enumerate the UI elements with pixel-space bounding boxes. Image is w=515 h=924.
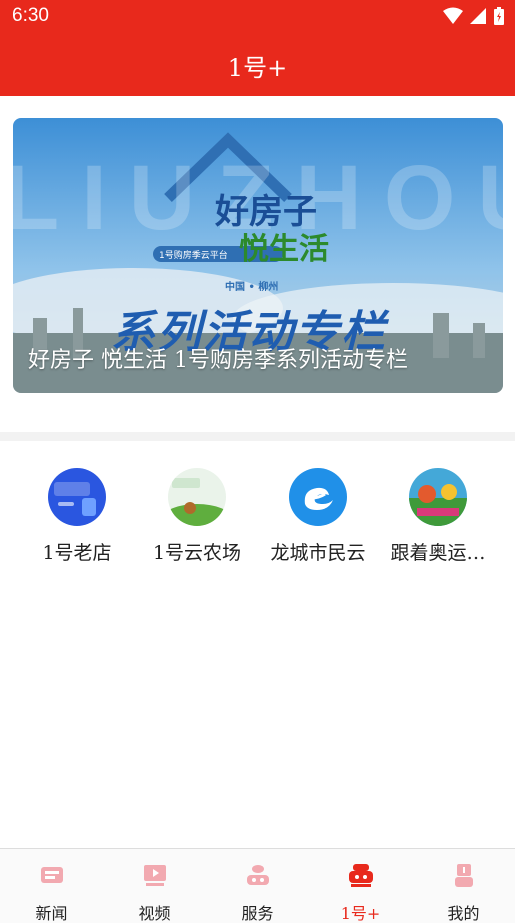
nav-label: 服务 bbox=[241, 904, 274, 923]
nav-label: 视频 bbox=[138, 904, 171, 923]
nav-label: 1号+ bbox=[340, 904, 381, 923]
nav-item-profile[interactable]: 我的 bbox=[412, 861, 515, 924]
service-citizen-cloud[interactable]: 龙城市民云 bbox=[258, 468, 378, 565]
battery-icon bbox=[494, 7, 504, 25]
nav-item-one-plus[interactable]: 1号+ bbox=[309, 861, 412, 924]
wifi-icon bbox=[443, 7, 463, 24]
promo-banner[interactable]: LIUZHOU 好房子 悦生活 1号购房季云平台 中国 • 柳州 系列活动专栏 … bbox=[13, 118, 503, 393]
nav-item-service[interactable]: 服务 bbox=[206, 861, 309, 924]
banner-caption: 好房子 悦生活 1号购房季系列活动专栏 bbox=[28, 348, 408, 373]
nav-label: 新闻 bbox=[35, 904, 68, 923]
old-store-icon bbox=[48, 468, 106, 526]
cloud-farm-icon bbox=[168, 468, 226, 526]
service-grid: 1号老店 1号云农场 龙城市民云 跟着奥运… bbox=[0, 468, 515, 578]
section-divider bbox=[0, 432, 515, 441]
page-title: 1号+ bbox=[227, 54, 288, 82]
nav-item-news[interactable]: 新闻 bbox=[0, 861, 103, 924]
olympics-icon bbox=[409, 468, 467, 526]
service-old-store[interactable]: 1号老店 bbox=[17, 468, 137, 565]
profile-icon bbox=[454, 864, 473, 887]
service-cloud-farm[interactable]: 1号云农场 bbox=[137, 468, 257, 565]
news-icon bbox=[40, 867, 63, 883]
service-label: 跟着奥运… bbox=[390, 542, 486, 564]
service-icon bbox=[246, 865, 269, 885]
signal-icon bbox=[470, 8, 486, 24]
service-olympics[interactable]: 跟着奥运… bbox=[378, 468, 498, 565]
service-label: 1号老店 bbox=[42, 542, 112, 564]
service-label: 龙城市民云 bbox=[270, 542, 366, 564]
video-icon bbox=[143, 865, 166, 886]
status-time: 6:30 bbox=[12, 5, 49, 26]
banner-logo-line2: 悦生活 bbox=[239, 232, 329, 267]
status-icons bbox=[443, 6, 505, 26]
status-bar: 6:30 bbox=[0, 0, 515, 32]
bottom-nav: 新闻 视频 服务 1号+ 我的 bbox=[0, 848, 515, 923]
nav-item-video[interactable]: 视频 bbox=[103, 861, 206, 924]
app-bar: 1号+ bbox=[0, 32, 515, 96]
citizen-cloud-icon bbox=[289, 468, 347, 526]
one-plus-icon bbox=[348, 864, 373, 887]
service-label: 1号云农场 bbox=[152, 542, 242, 564]
banner-platform-tag: 1号购房季云平台 bbox=[159, 251, 228, 261]
banner-location: 中国 • 柳州 bbox=[225, 282, 279, 293]
nav-label: 我的 bbox=[447, 904, 480, 923]
